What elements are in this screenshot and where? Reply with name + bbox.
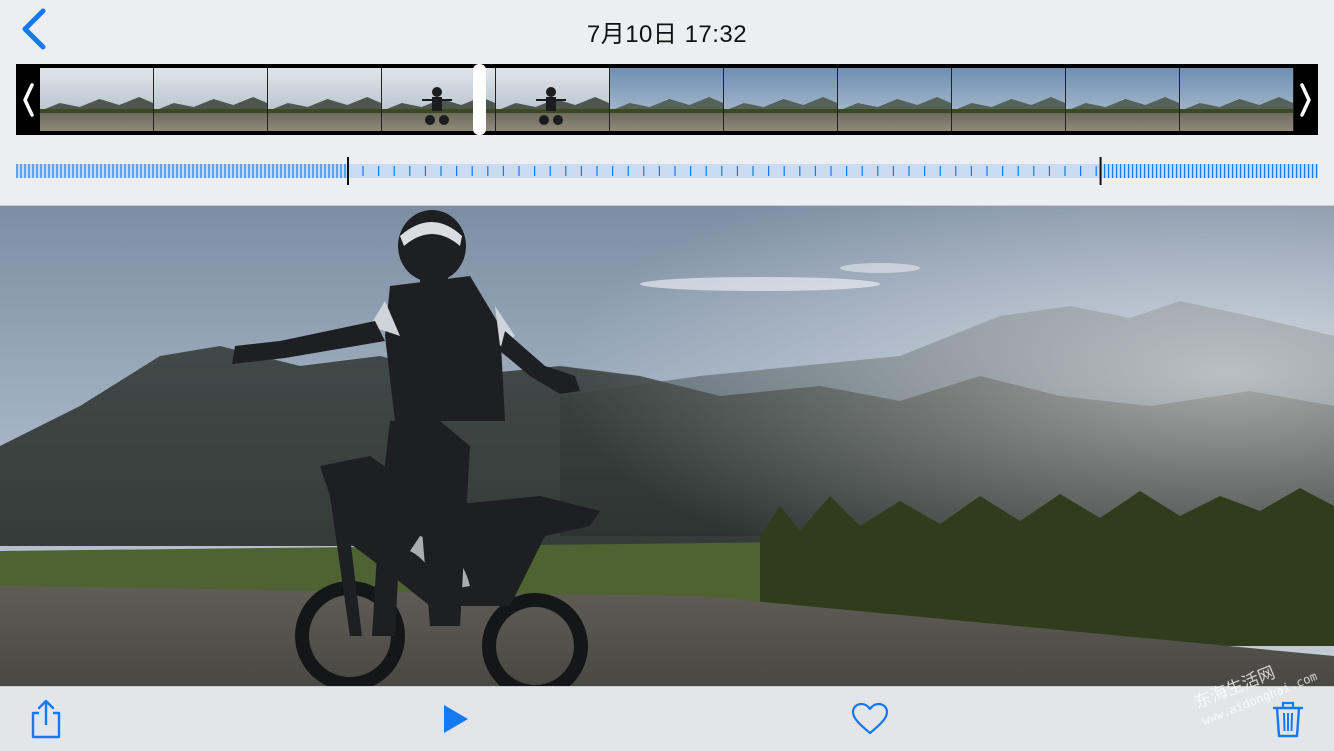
- playhead-handle[interactable]: [472, 64, 486, 135]
- share-button[interactable]: [20, 695, 72, 743]
- filmstrip-frame: [1066, 68, 1180, 131]
- delete-button[interactable]: [1262, 695, 1314, 743]
- scrubber-track: [16, 164, 1318, 178]
- filmstrip-frame: [724, 68, 838, 131]
- filmstrip-frame: [838, 68, 952, 131]
- favorite-button[interactable]: [844, 695, 896, 743]
- video-preview[interactable]: [0, 206, 1334, 686]
- play-icon: [444, 705, 468, 733]
- trim-handle-right[interactable]: [1294, 64, 1318, 135]
- filmstrip-frame: [268, 68, 382, 131]
- trim-handle-left[interactable]: [16, 64, 40, 135]
- bottom-toolbar: [0, 686, 1334, 751]
- trash-icon: [1272, 701, 1304, 738]
- play-button[interactable]: [429, 695, 481, 743]
- filmstrip-frame: [496, 68, 610, 131]
- filmstrip-frame: [1180, 68, 1294, 131]
- filmstrip-frame: [952, 68, 1066, 131]
- video-filmstrip[interactable]: [16, 64, 1318, 135]
- filmstrip-frames: [40, 68, 1294, 131]
- trim-handle-left-icon: [23, 82, 34, 117]
- slow-motion-scrubber[interactable]: [16, 157, 1318, 185]
- video-frame-image: [0, 206, 1334, 686]
- heart-icon: [851, 702, 889, 735]
- filmstrip-frame: [610, 68, 724, 131]
- filmstrip-frame: [40, 68, 154, 131]
- page-title: 7月10日 17:32: [586, 21, 748, 48]
- share-icon: [31, 699, 61, 739]
- top-navigation-bar: 7月10日 17:32: [0, 0, 1334, 206]
- trim-handle-right-icon: [1300, 82, 1311, 117]
- filmstrip-frame: [154, 68, 268, 131]
